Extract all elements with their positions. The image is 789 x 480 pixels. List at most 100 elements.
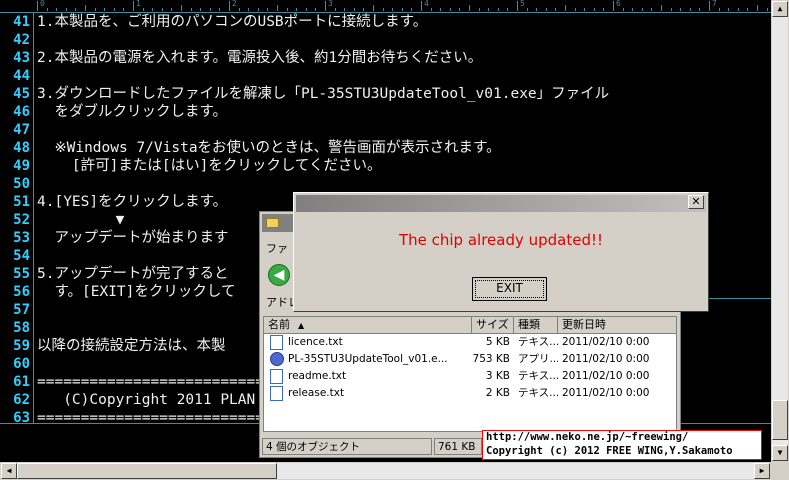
sort-ascending-icon: ▲ — [298, 321, 305, 330]
ruler-tick — [104, 8, 106, 11]
file-list[interactable]: 名前 ▲ サイズ 種類 更新日時 licence.txt 5 KB テキス... 201… — [263, 316, 677, 432]
file-name: release.txt — [288, 387, 345, 399]
text-file-icon — [270, 386, 283, 401]
editor-line: アップデートが始まります — [37, 230, 229, 246]
file-row[interactable]: readme.txt 3 KB テキス... 2011/02/10 0:00 — [264, 368, 676, 385]
line-number: 59 — [13, 338, 30, 354]
ruler-tick — [286, 8, 288, 11]
ruler-tick — [421, 1, 422, 11]
editor-line: ※Windows 7/Vistaをお使いのときは、警告画面が表示されます。 — [37, 140, 501, 156]
ruler-tick — [536, 8, 538, 11]
credit-copyright: Copyright (c) 2012 FREE WING,Y.Sakamoto — [486, 445, 733, 457]
column-header-type[interactable]: 種類 — [514, 317, 558, 333]
vertical-scrollbar[interactable]: ▲ ▼ — [771, 0, 789, 462]
column-header-size[interactable]: サイズ — [472, 317, 514, 333]
ruler-tick — [584, 8, 586, 11]
ruler-tick — [334, 8, 336, 11]
editor-line: ============================ — [37, 374, 282, 390]
file-list-header: 名前 ▲ サイズ 種類 更新日時 — [264, 317, 676, 334]
ruler-tick — [161, 8, 163, 11]
ruler-tick — [661, 5, 662, 11]
line-number: 60 — [13, 356, 30, 372]
ruler-tick — [728, 8, 730, 11]
exe-file-icon — [270, 352, 284, 366]
ruler-tick — [373, 5, 374, 11]
ruler-tick — [296, 8, 298, 11]
ruler-tick — [613, 1, 614, 11]
ruler-tick — [229, 1, 230, 11]
ruler-tick — [94, 8, 96, 11]
line-number: 53 — [13, 230, 30, 246]
ruler-number: 3 — [328, 0, 333, 8]
ruler-tick — [325, 1, 326, 11]
column-header-name[interactable]: 名前 ▲ — [264, 317, 472, 333]
ruler-tick — [469, 5, 470, 11]
line-number: 57 — [13, 302, 30, 318]
scroll-left-button[interactable]: ◀ — [1, 463, 17, 479]
column-ruler: 012345678 — [0, 0, 771, 13]
scroll-up-button[interactable]: ▲ — [772, 1, 788, 17]
editor-line: 3.ダウンロードしたファイルを解凍し「PL-35STU3UpdateTool_v… — [37, 86, 610, 102]
cursor-line-marker — [709, 298, 771, 299]
file-row[interactable]: release.txt 2 KB テキス... 2011/02/10 0:00 — [264, 385, 676, 402]
update-result-dialog[interactable]: ✕ The chip already updated!! EXIT — [293, 192, 709, 312]
editor-line: [許可]または[はい]をクリックしてください。 — [37, 158, 382, 174]
ruler-tick — [315, 8, 317, 11]
back-arrow-icon[interactable]: ◀ — [268, 264, 290, 286]
gutter-divider — [33, 13, 34, 423]
file-size: 753 KB — [472, 353, 510, 365]
vertical-scroll-track[interactable] — [772, 17, 788, 445]
horizontal-scroll-thumb[interactable] — [17, 463, 277, 479]
line-number: 44 — [13, 68, 30, 84]
ruler-tick — [219, 8, 221, 11]
close-icon[interactable]: ✕ — [688, 195, 704, 209]
ruler-tick — [737, 8, 739, 11]
vertical-scroll-thumb[interactable] — [772, 400, 788, 440]
explorer-menu-file[interactable]: ファ — [266, 240, 288, 256]
horizontal-scrollbar[interactable]: ◀ ▶ — [0, 462, 771, 480]
file-row[interactable]: PL-35STU3UpdateTool_v01.e... 753 KB アプリ...… — [264, 351, 676, 368]
editor-line: ▼ — [37, 212, 125, 228]
file-type: テキス... — [518, 370, 558, 382]
editor-line: 4.[YES]をクリックします。 — [37, 194, 228, 210]
file-row[interactable]: licence.txt 5 KB テキス... 2011/02/10 0:00 — [264, 334, 676, 351]
file-date: 2011/02/10 0:00 — [562, 336, 650, 348]
ruler-tick — [248, 8, 250, 11]
line-number: 54 — [13, 248, 30, 264]
editor-line: (C)Copyright 2011 PLAN — [37, 392, 256, 408]
file-size: 3 KB — [485, 370, 510, 382]
ruler-tick — [363, 8, 365, 11]
ruler-tick — [632, 8, 634, 11]
ruler-tick — [517, 1, 518, 11]
ruler-tick — [670, 8, 672, 11]
scroll-right-button[interactable]: ▶ — [754, 463, 770, 479]
dialog-title-bar[interactable] — [296, 195, 706, 212]
exit-button[interactable]: EXIT — [472, 277, 547, 301]
ruler-tick — [411, 8, 413, 11]
ruler-tick — [709, 1, 710, 11]
editor-line: をダブルクリックします。 — [37, 104, 228, 120]
line-number-gutter: 41 42 43 44 45 46 47 48 49 50 51 52 53 54 55 56 57 58 59 60… — [0, 13, 33, 460]
ruler-tick — [747, 8, 749, 11]
line-number: 58 — [13, 320, 30, 336]
line-number: 55 — [13, 266, 30, 282]
line-number: 43 — [13, 50, 30, 66]
ruler-number: 7 — [712, 0, 717, 8]
ruler-tick — [574, 8, 576, 11]
ruler-tick — [555, 8, 557, 11]
ruler-number: 1 — [136, 0, 141, 8]
ruler-tick — [507, 8, 509, 11]
editor-line: ============================ — [37, 410, 282, 426]
ruler-number: 0 — [40, 0, 45, 8]
ruler-tick — [680, 8, 682, 11]
scroll-down-button[interactable]: ▼ — [772, 445, 788, 461]
ruler-tick — [526, 8, 528, 11]
folder-icon — [266, 218, 279, 228]
line-number: 61 — [13, 374, 30, 390]
ruler-tick — [123, 8, 125, 11]
ruler-tick — [344, 8, 346, 11]
column-header-date[interactable]: 更新日時 — [558, 317, 676, 333]
ruler-tick — [353, 8, 355, 11]
object-count: 4 個のオブジェクト — [262, 438, 432, 455]
line-number: 45 — [13, 86, 30, 102]
